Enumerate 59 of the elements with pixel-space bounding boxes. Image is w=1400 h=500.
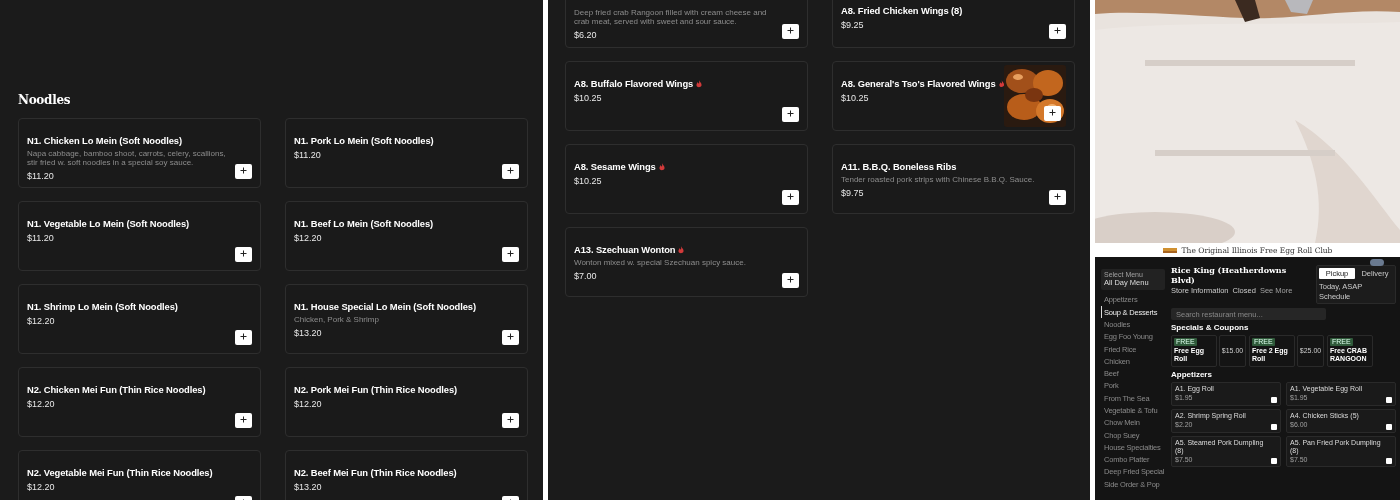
item-name: N2. Vegetable Mei Fun (Thin Rice Noodles)	[27, 467, 213, 478]
item-price: $11.20	[27, 233, 55, 243]
item-name: N1. Beef Lo Mein (Soft Noodles)	[294, 218, 434, 229]
section-heading: Noodles	[18, 93, 72, 107]
store-name: Rice King (Heatherdowns Blvd)	[1171, 265, 1288, 285]
item-price: $10.25	[574, 93, 603, 103]
item-price: $12.20	[27, 399, 56, 409]
menu-item-card[interactable]: N1. House Special Lo Mein (Soft Noodles) Chicken, Pork & Shrimp $13.20	[285, 284, 528, 354]
item-description: Napa cabbage, bamboo shoot, carrots, celery, scallions, stir fried w. soft noodles in a special soy sauce.	[27, 149, 227, 167]
menu-item-card[interactable]: N2. Vegetable Mei Fun (Thin Rice Noodles) $12.20	[18, 450, 261, 500]
menu-item-card[interactable]: N1. Pork Lo Mein (Soft Noodles) $11.20	[285, 118, 528, 188]
item-price: $11.20	[27, 171, 55, 181]
item-description: Wonton mixed w. special Szechuan spicy sauce.	[574, 258, 747, 267]
menu-item-card[interactable]: A8. Sesame Wings $10.25	[565, 144, 808, 214]
menu-item-card[interactable]: N1. Shrimp Lo Mein (Soft Noodles) $12.20	[18, 284, 261, 354]
item-name: A11. B.B.Q. Boneless Ribs	[841, 161, 957, 172]
menu-item-card[interactable]: N1. Chicken Lo Mein (Soft Noodles) Napa cabbage, bamboo shoot, carrots, celery, scallions, stir fried w. soft noodles in a special soy sauce. $11.20	[18, 118, 261, 188]
menu-item-card[interactable]: N1. Beef Lo Mein (Soft Noodles) $12.20	[285, 201, 528, 271]
section-heading: Appetizers	[1171, 369, 1213, 379]
item-price: $13.20	[294, 482, 323, 492]
item-description: Deep fried crab Rangoon filled with cream cheese and crab meat, served with sweet and sour sauce.	[574, 8, 768, 26]
item-name: A8. General's Tso's Flavored Wings	[841, 78, 996, 89]
menu-item-card[interactable]: A13. Szechuan Wonton Wonton mixed w. special Szechuan spicy sauce. $7.00	[565, 227, 808, 297]
menu-item-card[interactable]: N2. Chicken Mei Fun (Thin Rice Noodles) $12.20	[18, 367, 261, 437]
item-description: Chicken, Pork & Shrimp	[294, 315, 380, 324]
item-name: N1. House Special Lo Mein (Soft Noodles)	[294, 301, 476, 312]
item-price: $6.20	[574, 30, 598, 40]
item-price: $10.25	[841, 93, 870, 103]
item-name: N2. Pork Mei Fun (Thin Rice Noodles)	[294, 384, 458, 395]
item-name: A13. Szechuan Wonton	[574, 244, 676, 255]
item-name: N2. Beef Mei Fun (Thin Rice Noodles)	[294, 467, 457, 478]
item-name: A8. Sesame Wings	[574, 161, 656, 172]
item-name: N1. Chicken Lo Mein (Soft Noodles)	[27, 135, 182, 146]
menu-item-card[interactable]: A8. Buffalo Flavored Wings $10.25	[565, 61, 808, 131]
item-price: $11.20	[294, 150, 322, 160]
section-heading: Specials & Coupons	[1171, 323, 1250, 333]
item-name: A8. Buffalo Flavored Wings	[574, 78, 694, 89]
item-name: N1. Pork Lo Mein (Soft Noodles)	[294, 135, 434, 146]
menu-item-card[interactable]: N2. Beef Mei Fun (Thin Rice Noodles) $13.20	[285, 450, 528, 500]
menu-item-card[interactable]: Deep fried crab Rangoon filled with cream cheese and crab meat, served with sweet and sour sauce. $6.20	[565, 0, 808, 48]
menu-item-card[interactable]: N2. Pork Mei Fun (Thin Rice Noodles) $12.20	[285, 367, 528, 437]
menu-item-card[interactable]: N1. Vegetable Lo Mein (Soft Noodles) $11.20	[18, 201, 261, 271]
item-name: N1. Shrimp Lo Mein (Soft Noodles)	[27, 301, 178, 312]
item-price: $12.20	[27, 316, 56, 326]
item-price: $9.25	[841, 20, 865, 30]
item-price: $9.75	[841, 188, 865, 198]
item-price: $12.20	[294, 233, 323, 243]
menu-item-card[interactable]: A11. B.B.Q. Boneless Ribs Tender roasted pork strips with Chinese B.B.Q. Sauce. $9.75	[832, 144, 1075, 214]
item-name: A8. Fried Chicken Wings (8)	[841, 5, 963, 16]
item-name: N2. Chicken Mei Fun (Thin Rice Noodles)	[27, 384, 206, 395]
item-description: Tender roasted pork strips with Chinese B.B.Q. Sauce.	[841, 175, 1036, 184]
item-price: $7.00	[574, 271, 598, 281]
item-price: $12.20	[294, 399, 323, 409]
item-price: $13.20	[294, 328, 323, 338]
item-price: $12.20	[27, 482, 56, 492]
menu-item-card[interactable]: A8. Fried Chicken Wings (8) $9.25	[832, 0, 1075, 48]
menu-item-card[interactable]: A8. General's Tso's Flavored Wings $10.25	[832, 61, 1075, 131]
item-name: N1. Vegetable Lo Mein (Soft Noodles)	[27, 218, 190, 229]
item-price: $10.25	[574, 176, 603, 186]
